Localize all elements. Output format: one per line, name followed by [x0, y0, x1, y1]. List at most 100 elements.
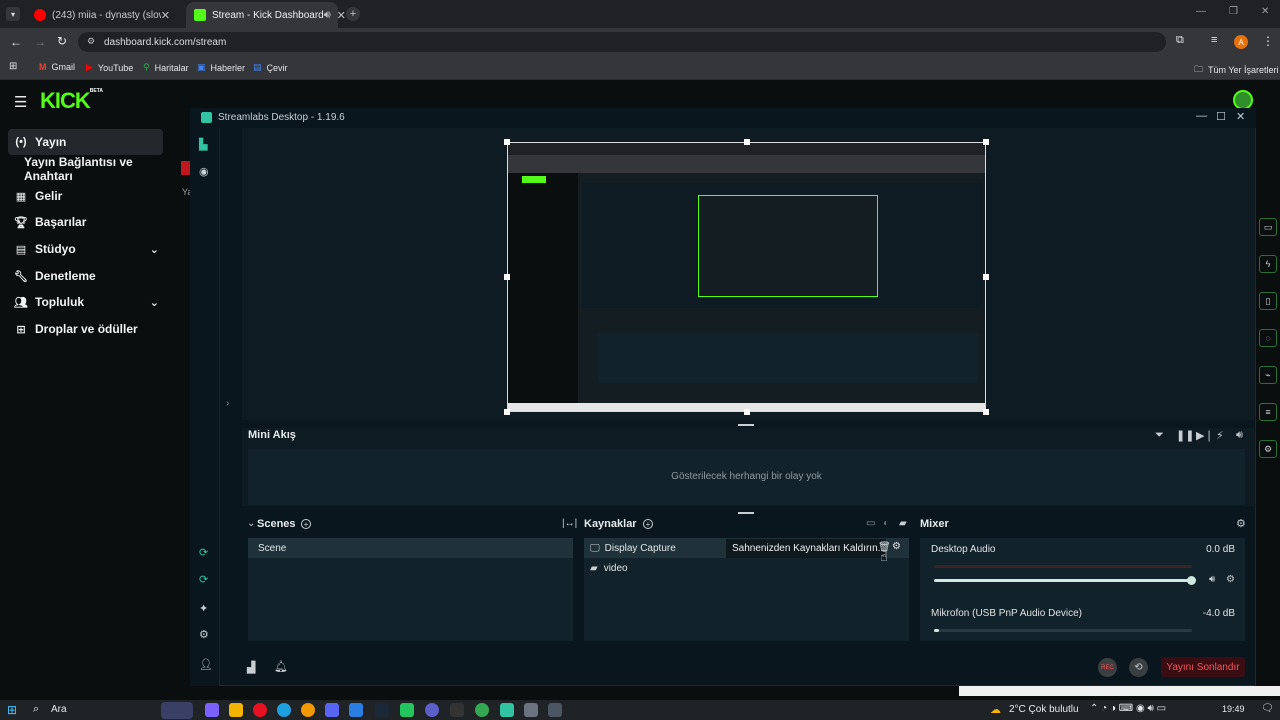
window-close-icon[interactable]: ✕: [1261, 6, 1269, 17]
filter-icon[interactable]: ⏷: [1155, 429, 1164, 442]
chrome-icon[interactable]: [475, 703, 489, 717]
scene-item[interactable]: Scene: [248, 538, 573, 558]
volume-slider-track[interactable]: [934, 629, 1192, 632]
app-store-icon[interactable]: ⟳: [199, 573, 208, 586]
app-icon[interactable]: [524, 703, 538, 717]
maximize-icon[interactable]: ☐: [1216, 110, 1226, 123]
bookmark-maps[interactable]: ⚲ Haritalar: [143, 62, 189, 73]
search-icon[interactable]: ⌕: [33, 703, 39, 716]
sidebar-item-studyo[interactable]: ▤ Stüdyo ⌄: [8, 236, 163, 262]
edge-icon[interactable]: [277, 703, 291, 717]
streamlabs-icon[interactable]: [500, 703, 514, 717]
restore-icon[interactable]: ❐: [1229, 6, 1238, 17]
sources-layout-icon[interactable]: ▭: [866, 518, 875, 529]
taskbar-search[interactable]: Ara: [51, 704, 67, 715]
chrome-icon[interactable]: [301, 703, 315, 717]
dock-resize-grip[interactable]: [738, 424, 754, 426]
chevron-right-icon[interactable]: ›: [226, 398, 229, 409]
sidebar-item-yayin[interactable]: (•) Yayın: [8, 129, 163, 155]
app-icon[interactable]: [349, 703, 363, 717]
kick-logo[interactable]: KICKBETA: [40, 88, 103, 114]
replay-buffer-icon[interactable]: ⟲: [1129, 658, 1148, 677]
scene-transition-icon[interactable]: |↔|: [562, 518, 577, 529]
tab-search-icon[interactable]: ▾: [6, 7, 20, 21]
settings-icon[interactable]: ⚙︎: [1259, 440, 1277, 458]
volume-slider-knob[interactable]: [1187, 576, 1196, 585]
chat-icon[interactable]: ◌: [1259, 329, 1277, 347]
new-tab-button[interactable]: +: [346, 7, 360, 21]
weather-text[interactable]: 2°C Çok bulutlu: [1009, 704, 1079, 715]
doc-icon[interactable]: ▯: [1259, 292, 1277, 310]
file-explorer-icon[interactable]: [229, 703, 243, 717]
mute-alerts-icon[interactable]: ⚡︎: [1216, 429, 1224, 442]
sidebar-item-droplar[interactable]: ⊞ Droplar ve ödüller: [8, 316, 163, 342]
sidebar-item-gelir[interactable]: ▦ Gelir: [8, 183, 163, 209]
link-icon[interactable]: ⌁: [1259, 366, 1277, 384]
mixer-settings-icon[interactable]: ⚙︎: [1236, 517, 1246, 530]
user-avatar[interactable]: [1233, 90, 1253, 110]
reload-icon[interactable]: ↻: [57, 34, 67, 48]
performance-icon[interactable]: ▟: [247, 661, 255, 674]
sidebar-item-stream-key[interactable]: Yayın Bağlantısı ve Anahtarı: [8, 155, 163, 183]
address-bar[interactable]: ⚙︎ dashboard.kick.com/stream: [78, 32, 1166, 52]
menu-icon[interactable]: ⋮: [1262, 34, 1274, 48]
app-icon[interactable]: [450, 703, 464, 717]
opera-icon[interactable]: [253, 703, 267, 717]
editor-icon[interactable]: ▙: [199, 138, 207, 151]
notifications-icon[interactable]: 🔔︎: [274, 660, 288, 673]
skip-icon[interactable]: ▶❘: [1196, 429, 1214, 442]
collapse-icon[interactable]: ⌄: [247, 518, 255, 529]
app-icon[interactable]: [205, 703, 219, 717]
close-icon[interactable]: ✕: [337, 9, 346, 22]
notification-center-icon[interactable]: 🗨︎: [1261, 703, 1274, 714]
add-source-button[interactable]: +: [643, 519, 653, 529]
profile-avatar[interactable]: A: [1234, 35, 1248, 49]
widget-icon[interactable]: ▭: [1259, 218, 1277, 236]
source-item-video-folder[interactable]: ▰ video: [590, 563, 628, 574]
tab-youtube[interactable]: (243) miia - dynasty (slowed + ✕: [26, 2, 178, 28]
app-icon[interactable]: [400, 703, 414, 717]
bookmark-news[interactable]: ▣ Haberler: [197, 62, 245, 73]
sidebar-item-topluluk[interactable]: 👥︎ Topluluk ⌄: [8, 289, 163, 315]
hamburger-menu-icon[interactable]: ☰: [14, 93, 27, 111]
forward-icon[interactable]: →: [34, 35, 46, 49]
resize-handle[interactable]: [504, 274, 510, 280]
bookmark-translate[interactable]: ▤ Çevir: [253, 62, 288, 73]
bookmark-youtube[interactable]: ▶ YouTube: [86, 62, 133, 73]
discord-icon[interactable]: [325, 703, 339, 717]
resize-handle[interactable]: [744, 409, 750, 415]
resize-handle[interactable]: [983, 139, 989, 145]
extensions-icon[interactable]: ⧉: [1176, 34, 1184, 47]
bookmark-gmail[interactable]: M Gmail: [39, 62, 75, 72]
settings-icon[interactable]: ⚙︎: [199, 628, 209, 641]
app-icon[interactable]: [548, 703, 562, 717]
back-icon[interactable]: ←: [10, 35, 22, 49]
close-icon[interactable]: ✕: [1236, 110, 1245, 123]
resize-handle[interactable]: [744, 139, 750, 145]
minimize-icon[interactable]: —: [1196, 6, 1206, 17]
display-capture-preview[interactable]: [507, 142, 986, 412]
close-icon[interactable]: ✕: [161, 9, 170, 22]
tray-icons[interactable]: ⌃ ◔ ◑ ⌨ ◉ 🔊︎ ▭: [1090, 703, 1166, 714]
source-visibility-icon[interactable]: ◐: [883, 518, 889, 529]
clock[interactable]: 19:49: [1222, 704, 1245, 714]
rec-button[interactable]: REC: [1098, 658, 1117, 677]
sidebar-item-basarilar[interactable]: 🏆︎ Başarılar: [8, 209, 163, 235]
add-scene-button[interactable]: +: [301, 519, 311, 529]
pause-icon[interactable]: ❚❚: [1176, 429, 1194, 442]
resize-handle[interactable]: [983, 409, 989, 415]
volume-icon[interactable]: 🔊︎: [1236, 429, 1243, 442]
widgets-thumbnail[interactable]: [161, 702, 193, 719]
ai-icon[interactable]: ✦: [199, 602, 208, 615]
site-info-icon[interactable]: ⚙︎: [87, 36, 95, 47]
all-bookmarks[interactable]: 🗀 Tüm Yer İşaretleri: [1194, 62, 1279, 78]
source-settings-icon[interactable]: ⚙︎: [892, 541, 901, 552]
dock-resize-grip[interactable]: [738, 512, 754, 514]
resize-handle[interactable]: [504, 409, 510, 415]
speaker-icon[interactable]: 🔊︎: [1209, 574, 1215, 585]
resize-handle[interactable]: [504, 139, 510, 145]
sidebar-item-denetleme[interactable]: 🔧︎ Denetleme: [8, 263, 163, 289]
apps-icon[interactable]: ⊞: [9, 61, 17, 72]
theme-icon[interactable]: ⟳: [199, 546, 208, 559]
channel-settings-icon[interactable]: ⚙︎: [1226, 574, 1235, 585]
